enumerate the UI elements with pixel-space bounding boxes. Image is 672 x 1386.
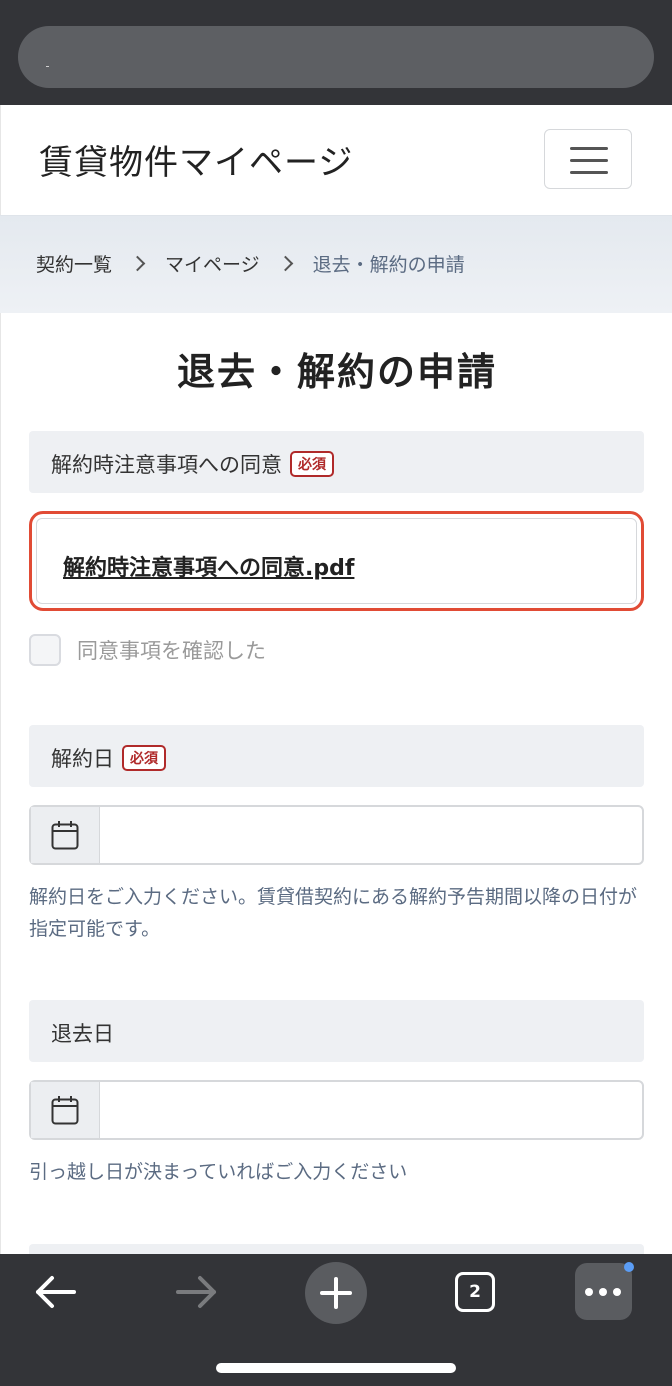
hamburger-icon — [570, 159, 608, 162]
plus-icon — [320, 1277, 352, 1309]
moveout-date-help: 引っ越し日が決まっていればご入力ください — [29, 1161, 408, 1183]
consent-checkbox-label[interactable]: 同意事項を確認した — [77, 635, 266, 665]
page-title: 退去・解約の申請 — [176, 350, 497, 394]
forward-arrow-icon[interactable] — [174, 1274, 218, 1310]
cancel-date-help: 解約日をご入力ください。賃貸借契約にある解約予告期間以降の日付が指定可能です。 — [29, 886, 638, 940]
cancel-date-label: 解約日 必須 — [51, 743, 166, 773]
calendar-icon — [51, 821, 79, 850]
back-arrow-icon[interactable] — [34, 1274, 78, 1310]
consent-label: 解約時注意事項への同意 必須 — [51, 449, 334, 479]
consent-label-text: 解約時注意事項への同意 — [51, 453, 282, 477]
cancel-date-label-text: 解約日 — [51, 747, 114, 771]
breadcrumb-item-mypage[interactable]: マイページ — [165, 250, 260, 277]
new-tab-button[interactable] — [305, 1262, 367, 1324]
breadcrumb: 契約一覧 マイページ 退去・解約の申請 — [36, 250, 465, 277]
browser-top-bar — [0, 0, 672, 105]
main-content: 退去・解約の申請 解約時注意事項への同意 必須 解約時注意事項への同意.pdf 同… — [0, 313, 672, 1264]
consent-checkbox-row[interactable]: 同意事項を確認した — [29, 634, 266, 666]
chevron-right-icon — [277, 255, 293, 272]
cancel-date-addon[interactable] — [31, 807, 100, 863]
address-bar-text — [46, 66, 49, 67]
tab-switcher-button[interactable]: 2 — [455, 1272, 495, 1312]
moveout-date-addon[interactable] — [31, 1082, 100, 1138]
hamburger-icon — [570, 147, 608, 150]
cancel-date-section-header: 解約日 必須 — [29, 725, 644, 787]
breadcrumb-bar: 契約一覧 マイページ 退去・解約の申請 — [0, 215, 672, 313]
calendar-icon — [51, 1096, 79, 1125]
more-menu-button[interactable] — [575, 1263, 632, 1320]
consent-checkbox[interactable] — [29, 634, 61, 666]
consent-pdf-link[interactable]: 解約時注意事項への同意.pdf — [63, 550, 354, 582]
site-header: 賃貸物件マイページ — [0, 105, 672, 215]
consent-pdf-box: 解約時注意事項への同意.pdf — [29, 511, 644, 611]
breadcrumb-item-current: 退去・解約の申請 — [312, 254, 465, 276]
notification-dot — [624, 1262, 634, 1272]
consent-section-header: 解約時注意事項への同意 必須 — [29, 431, 644, 493]
more-dots-icon — [599, 1288, 607, 1296]
consent-pdf-container: 解約時注意事項への同意.pdf — [36, 518, 637, 604]
site-title[interactable]: 賃貸物件マイページ — [39, 135, 353, 184]
required-badge: 必須 — [122, 745, 166, 771]
more-dots-icon — [585, 1288, 593, 1296]
chevron-right-icon — [129, 255, 146, 272]
hamburger-icon — [570, 171, 608, 174]
address-bar[interactable] — [18, 26, 654, 88]
breadcrumb-item-contracts[interactable]: 契約一覧 — [36, 250, 112, 277]
hamburger-menu-button[interactable] — [544, 129, 632, 189]
more-dots-icon — [613, 1288, 621, 1296]
required-badge: 必須 — [290, 451, 334, 477]
moveout-date-input[interactable] — [29, 1080, 644, 1140]
home-indicator — [216, 1363, 456, 1373]
moveout-date-section-header: 退去日 — [29, 1000, 644, 1062]
cancel-date-input[interactable] — [29, 805, 644, 865]
moveout-date-label: 退去日 — [51, 1022, 114, 1046]
